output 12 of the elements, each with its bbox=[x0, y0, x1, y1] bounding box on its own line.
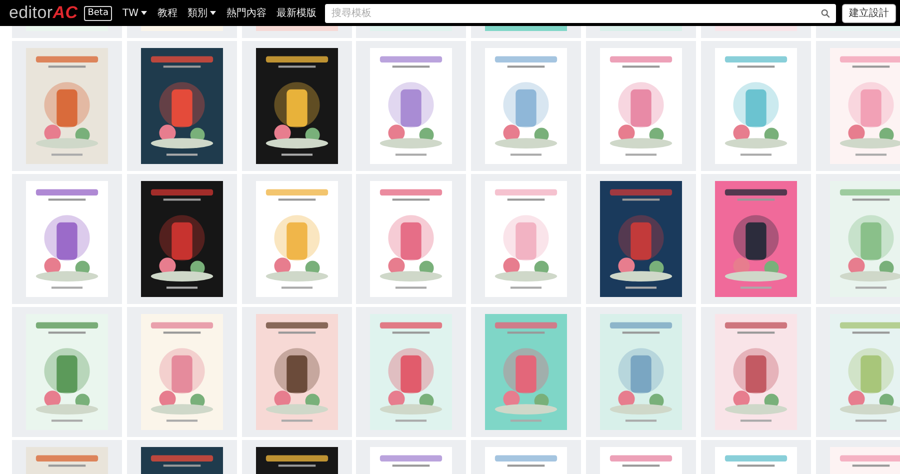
create-design-button[interactable]: 建立設計 bbox=[842, 4, 896, 22]
nav-link[interactable]: 教程 bbox=[157, 6, 178, 20]
nav-link[interactable]: TW bbox=[122, 8, 148, 18]
caret-icon bbox=[210, 11, 216, 15]
nav-link[interactable]: 最新模版 bbox=[276, 6, 316, 20]
search-field[interactable]: 搜尋模板 bbox=[325, 4, 836, 22]
caret-icon bbox=[141, 11, 148, 15]
nav-link[interactable]: 類別 bbox=[187, 6, 216, 20]
logo[interactable]: editorAC bbox=[9, 3, 78, 23]
beta-badge: Beta bbox=[84, 6, 112, 20]
search-icon[interactable] bbox=[821, 8, 830, 18]
nav-link[interactable]: 熱門內容 bbox=[226, 6, 266, 20]
